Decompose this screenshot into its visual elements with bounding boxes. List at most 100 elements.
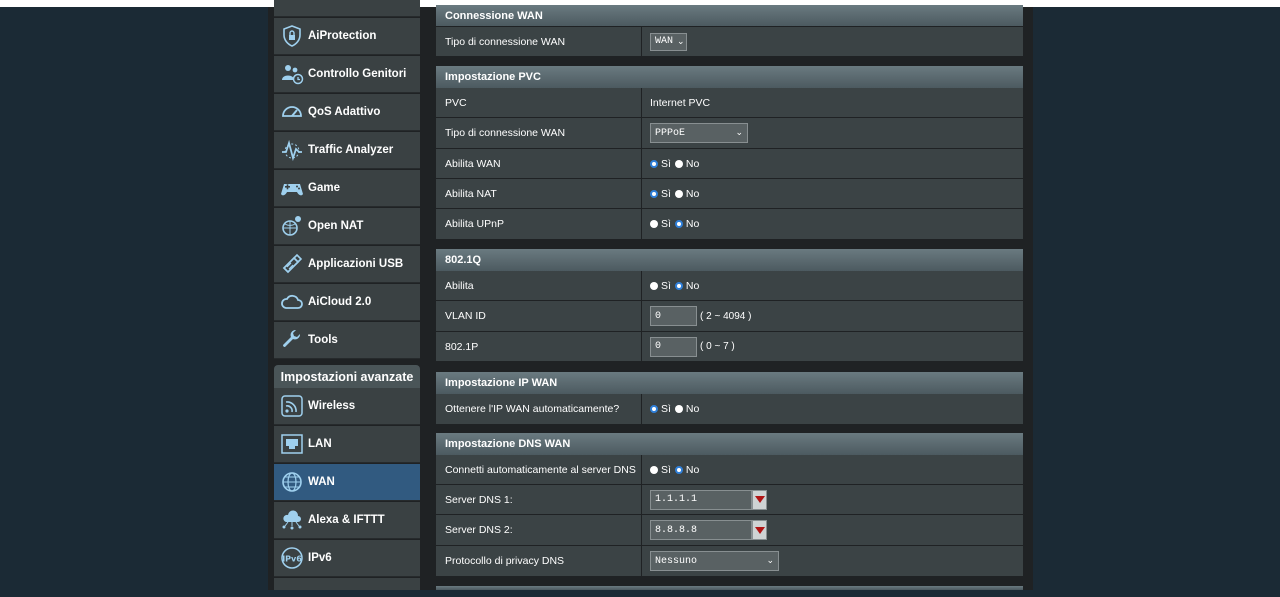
wan-type-select[interactable]: WAN ⌄ bbox=[650, 32, 687, 51]
chevron-down-icon: ⌄ bbox=[677, 36, 685, 47]
sidebar-item-label: Wireless bbox=[308, 400, 356, 412]
dns1-label: Server DNS 1: bbox=[436, 485, 642, 514]
sidebar-item-tools[interactable]: Tools bbox=[274, 322, 420, 359]
row-8021q-enable: Abilita Sì No bbox=[436, 271, 1023, 301]
alexa-ifttt-icon bbox=[279, 507, 305, 533]
row-dns2: Server DNS 2: 8.8.8.8 bbox=[436, 515, 1023, 546]
dns-privacy-label: Protocollo di privacy DNS bbox=[436, 546, 642, 576]
dns1-input[interactable]: 1.1.1.1 bbox=[650, 489, 752, 510]
sidebar-item-qos[interactable]: QoS Adattivo bbox=[274, 94, 420, 131]
open-nat-icon bbox=[279, 213, 305, 239]
row-pvc-conn-type: Tipo di connessione WAN PPPoE ⌄ bbox=[436, 118, 1023, 149]
row-enable-upnp: Abilita UPnP Sì No bbox=[436, 209, 1023, 240]
aiprotection-lock-icon bbox=[279, 23, 305, 49]
dns1-dropdown-arrow-icon[interactable] bbox=[752, 489, 767, 510]
sidebar-item-label: AiProtection bbox=[308, 30, 377, 42]
row-vlan-id: VLAN ID 0 ( 2 ~ 4094 ) bbox=[436, 301, 1023, 332]
wan-ip-auto-yes-radio[interactable]: Sì bbox=[650, 403, 671, 415]
enable-wan-no-radio[interactable]: No bbox=[674, 158, 699, 170]
enable-wan-yes-radio[interactable]: Sì bbox=[650, 158, 671, 170]
sidebar-item-label: Traffic Analyzer bbox=[308, 144, 394, 156]
svg-text:IPv6: IPv6 bbox=[282, 555, 302, 564]
sidebar-item-partial-bottom[interactable] bbox=[274, 578, 420, 590]
wan-ip-auto-no-radio[interactable]: No bbox=[674, 403, 699, 415]
wireless-icon bbox=[279, 393, 305, 419]
wan-connection-type-label: Tipo di connessione WAN bbox=[436, 27, 642, 56]
sidebar-item-aiprotection[interactable]: AiProtection bbox=[274, 18, 420, 55]
8021p-hint: ( 0 ~ 7 ) bbox=[700, 341, 735, 352]
pvc-conn-type-label: Tipo di connessione WAN bbox=[436, 118, 642, 148]
sidebar-item-label: Controllo Genitori bbox=[308, 68, 407, 80]
dns-auto-label: Connetti automaticamente al server DNS bbox=[436, 455, 642, 484]
8021p-input[interactable]: 0 bbox=[650, 336, 697, 357]
sidebar-item-lan[interactable]: LAN bbox=[274, 426, 420, 463]
dns-auto-no-radio[interactable]: No bbox=[674, 464, 699, 476]
wrench-icon bbox=[279, 327, 305, 353]
usb-icon bbox=[279, 251, 305, 277]
section-header-wan-ip: Impostazione IP WAN bbox=[436, 372, 1023, 394]
cloud-icon bbox=[279, 289, 305, 315]
sidebar-item-label: Tools bbox=[308, 334, 338, 346]
parental-control-icon bbox=[279, 61, 305, 87]
qos-speedometer-icon bbox=[279, 99, 305, 125]
ipv6-icon: IPv6 bbox=[279, 545, 305, 571]
sidebar-item-label: LAN bbox=[308, 438, 332, 450]
row-dns1: Server DNS 1: 1.1.1.1 bbox=[436, 485, 1023, 515]
chevron-down-icon: ⌄ bbox=[766, 556, 774, 566]
enable-nat-no-radio[interactable]: No bbox=[674, 188, 699, 200]
8021p-label: 802.1P bbox=[436, 332, 642, 361]
row-wan-connection-type: Tipo di connessione WAN WAN ⌄ bbox=[436, 27, 1023, 57]
enable-upnp-yes-radio[interactable]: Sì bbox=[650, 218, 671, 230]
traffic-analyzer-icon bbox=[279, 137, 305, 163]
row-8021p: 802.1P 0 ( 0 ~ 7 ) bbox=[436, 332, 1023, 362]
8021q-enable-no-radio[interactable]: No bbox=[674, 280, 699, 292]
globe-icon bbox=[279, 469, 305, 495]
sidebar-item-wan[interactable]: WAN bbox=[274, 464, 420, 501]
enable-upnp-label: Abilita UPnP bbox=[436, 209, 642, 239]
gamepad-icon bbox=[279, 175, 305, 201]
sidebar-item-label: AiCloud 2.0 bbox=[308, 296, 372, 308]
sidebar-item-traffic-analyzer[interactable]: Traffic Analyzer bbox=[274, 132, 420, 169]
dns2-dropdown-arrow-icon[interactable] bbox=[752, 520, 767, 540]
section-header-next-partial bbox=[436, 586, 1023, 590]
lan-icon bbox=[279, 431, 305, 457]
wan-ip-auto-label: Ottenere l'IP WAN automaticamente? bbox=[436, 394, 642, 424]
row-enable-nat: Abilita NAT Sì No bbox=[436, 179, 1023, 209]
enable-wan-label: Abilita WAN bbox=[436, 149, 642, 178]
system-log-icon bbox=[279, 571, 305, 597]
sidebar-item-usb-apps[interactable]: Applicazioni USB bbox=[274, 246, 420, 283]
pvc-label: PVC bbox=[436, 88, 642, 117]
row-pvc: PVC Internet PVC bbox=[436, 88, 1023, 118]
sidebar-item-label: IPv6 bbox=[308, 552, 332, 564]
row-wan-ip-auto: Ottenere l'IP WAN automaticamente? Sì No bbox=[436, 394, 1023, 425]
sidebar-item-alexa-ifttt[interactable]: Alexa & IFTTT bbox=[274, 502, 420, 539]
enable-nat-label: Abilita NAT bbox=[436, 179, 642, 208]
vlan-id-label: VLAN ID bbox=[436, 301, 642, 331]
dns-auto-yes-radio[interactable]: Sì bbox=[650, 464, 671, 476]
section-header-pvc: Impostazione PVC bbox=[436, 66, 1023, 88]
8021q-enable-label: Abilita bbox=[436, 271, 642, 300]
dns2-label: Server DNS 2: bbox=[436, 515, 642, 545]
sidebar-item-open-nat[interactable]: Open NAT bbox=[274, 208, 420, 245]
section-header-8021q: 802.1Q bbox=[436, 249, 1023, 271]
vlan-id-input[interactable]: 0 bbox=[650, 306, 697, 326]
sidebar-item-game[interactable]: Game bbox=[274, 170, 420, 207]
chevron-down-icon: ⌄ bbox=[735, 128, 743, 138]
sidebar-item-label: Alexa & IFTTT bbox=[308, 514, 385, 526]
sidebar-item-wireless[interactable]: Wireless bbox=[274, 388, 420, 425]
enable-upnp-no-radio[interactable]: No bbox=[674, 218, 699, 230]
enable-nat-yes-radio[interactable]: Sì bbox=[650, 188, 671, 200]
8021q-enable-yes-radio[interactable]: Sì bbox=[650, 280, 671, 292]
sidebar-item-partial[interactable] bbox=[274, 0, 420, 17]
dns2-input[interactable]: 8.8.8.8 bbox=[650, 520, 752, 540]
advanced-settings-header: Impostazioni avanzate bbox=[274, 365, 420, 388]
sidebar-item-label: Game bbox=[308, 182, 340, 194]
sidebar-item-label: Open NAT bbox=[308, 220, 364, 232]
row-enable-wan: Abilita WAN Sì No bbox=[436, 149, 1023, 179]
section-header-dns: Impostazione DNS WAN bbox=[436, 433, 1023, 455]
dns-privacy-select[interactable]: Nessuno ⌄ bbox=[650, 551, 779, 571]
connection-type-select[interactable]: PPPoE ⌄ bbox=[650, 123, 748, 143]
vlan-id-hint: ( 2 ~ 4094 ) bbox=[700, 310, 752, 322]
sidebar-item-parental-control[interactable]: Controllo Genitori bbox=[274, 56, 420, 93]
sidebar-item-aicloud[interactable]: AiCloud 2.0 bbox=[274, 284, 420, 321]
